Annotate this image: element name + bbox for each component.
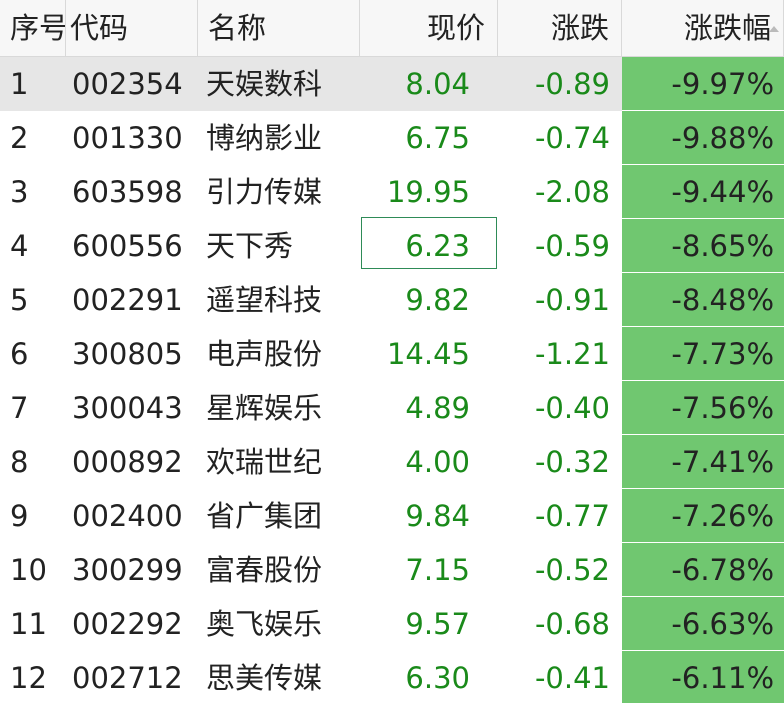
- cell-seq[interactable]: 11: [0, 597, 66, 651]
- column-header-pct-label: 涨跌幅: [683, 11, 771, 45]
- cell-change[interactable]: -0.32: [498, 435, 622, 489]
- cell-price[interactable]: 9.82: [360, 273, 498, 327]
- cell-name[interactable]: 富春股份: [198, 543, 360, 597]
- cell-name[interactable]: 思美传媒: [198, 651, 360, 703]
- cell-seq[interactable]: 5: [0, 273, 66, 327]
- cell-pct[interactable]: -7.41%: [622, 435, 784, 489]
- cell-name[interactable]: 奥飞娱乐: [198, 597, 360, 651]
- cell-price[interactable]: 6.23: [360, 219, 498, 273]
- cell-code[interactable]: 300299: [66, 543, 198, 597]
- table-row[interactable]: 6 300805 电声股份 14.45 -1.21 -7.73%: [0, 327, 784, 381]
- cell-change[interactable]: -1.21: [498, 327, 622, 381]
- cell-change[interactable]: -0.89: [498, 57, 622, 111]
- cell-seq[interactable]: 4: [0, 219, 66, 273]
- cell-pct[interactable]: -6.63%: [622, 597, 784, 651]
- cell-seq[interactable]: 10: [0, 543, 66, 597]
- cell-pct[interactable]: -6.11%: [622, 651, 784, 703]
- cell-name[interactable]: 欢瑞世纪: [198, 435, 360, 489]
- table-row[interactable]: 10 300299 富春股份 7.15 -0.52 -6.78%: [0, 543, 784, 597]
- table-row[interactable]: 9 002400 省广集团 9.84 -0.77 -7.26%: [0, 489, 784, 543]
- table-row[interactable]: 4 600556 天下秀 6.23 -0.59 -8.65%: [0, 219, 784, 273]
- cell-name[interactable]: 电声股份: [198, 327, 360, 381]
- cell-price[interactable]: 8.04: [360, 57, 498, 111]
- cell-seq[interactable]: 8: [0, 435, 66, 489]
- cell-code[interactable]: 002354: [66, 57, 198, 111]
- cell-pct[interactable]: -9.44%: [622, 165, 784, 219]
- column-header-code[interactable]: 代码: [66, 0, 198, 56]
- cell-code[interactable]: 000892: [66, 435, 198, 489]
- cell-price[interactable]: 14.45: [360, 327, 498, 381]
- cell-change[interactable]: -0.77: [498, 489, 622, 543]
- cell-price[interactable]: 4.89: [360, 381, 498, 435]
- cell-change[interactable]: -0.68: [498, 597, 622, 651]
- cell-seq[interactable]: 9: [0, 489, 66, 543]
- cell-seq[interactable]: 2: [0, 111, 66, 165]
- cell-pct[interactable]: -8.48%: [622, 273, 784, 327]
- table-row[interactable]: 8 000892 欢瑞世纪 4.00 -0.32 -7.41%: [0, 435, 784, 489]
- cell-pct[interactable]: -7.56%: [622, 381, 784, 435]
- cell-code[interactable]: 002712: [66, 651, 198, 703]
- cell-pct[interactable]: -7.73%: [622, 327, 784, 381]
- column-header-pct[interactable]: 涨跌幅: [622, 0, 784, 56]
- table-row[interactable]: 5 002291 遥望科技 9.82 -0.91 -8.48%: [0, 273, 784, 327]
- cell-code[interactable]: 600556: [66, 219, 198, 273]
- cell-change[interactable]: -0.74: [498, 111, 622, 165]
- table-header: 序号 代码 名称 现价 涨跌 涨跌幅: [0, 0, 784, 57]
- cell-price[interactable]: 6.30: [360, 651, 498, 703]
- cell-price[interactable]: 4.00: [360, 435, 498, 489]
- cell-name[interactable]: 天下秀: [198, 219, 360, 273]
- cell-seq[interactable]: 7: [0, 381, 66, 435]
- cell-code[interactable]: 300043: [66, 381, 198, 435]
- cell-seq[interactable]: 3: [0, 165, 66, 219]
- cell-code[interactable]: 001330: [66, 111, 198, 165]
- column-header-price[interactable]: 现价: [360, 0, 498, 56]
- cell-name[interactable]: 遥望科技: [198, 273, 360, 327]
- cell-pct[interactable]: -8.65%: [622, 219, 784, 273]
- cell-name[interactable]: 博纳影业: [198, 111, 360, 165]
- cell-name[interactable]: 天娱数科: [198, 57, 360, 111]
- cell-name[interactable]: 省广集团: [198, 489, 360, 543]
- table-body: 1 002354 天娱数科 8.04 -0.89 -9.97% 2 001330 博纳影业 6.7…: [0, 57, 784, 703]
- cell-change[interactable]: -0.91: [498, 273, 622, 327]
- cell-change[interactable]: -0.41: [498, 651, 622, 703]
- cell-name[interactable]: 星辉娱乐: [198, 381, 360, 435]
- table-row[interactable]: 3 603598 引力传媒 19.95 -2.08 -9.44%: [0, 165, 784, 219]
- column-header-seq[interactable]: 序号: [0, 0, 66, 56]
- cell-pct[interactable]: -9.97%: [622, 57, 784, 111]
- column-header-name[interactable]: 名称: [198, 0, 360, 56]
- stock-table: 序号 代码 名称 现价 涨跌 涨跌幅 1 002354 天娱数科 8.04 -0.89-…: [0, 0, 784, 703]
- cell-code[interactable]: 002292: [66, 597, 198, 651]
- cell-code[interactable]: 002400: [66, 489, 198, 543]
- cell-price[interactable]: 7.15: [360, 543, 498, 597]
- cell-price[interactable]: 9.57: [360, 597, 498, 651]
- sort-caret-icon[interactable]: [769, 26, 779, 32]
- cell-pct[interactable]: -7.26%: [622, 489, 784, 543]
- table-row[interactable]: 11 002292 奥飞娱乐 9.57 -0.68 -6.63%: [0, 597, 784, 651]
- cell-pct[interactable]: -9.88%: [622, 111, 784, 165]
- cell-change[interactable]: -0.52: [498, 543, 622, 597]
- cell-change[interactable]: -0.40: [498, 381, 622, 435]
- table-row[interactable]: 2 001330 博纳影业 6.75 -0.74 -9.88%: [0, 111, 784, 165]
- table-row[interactable]: 7 300043 星辉娱乐 4.89 -0.40 -7.56%: [0, 381, 784, 435]
- cell-pct[interactable]: -6.78%: [622, 543, 784, 597]
- cell-change[interactable]: -0.59: [498, 219, 622, 273]
- cell-code[interactable]: 002291: [66, 273, 198, 327]
- table-row[interactable]: 1 002354 天娱数科 8.04 -0.89 -9.97%: [0, 57, 784, 111]
- cell-price[interactable]: 6.75: [360, 111, 498, 165]
- cell-code[interactable]: 603598: [66, 165, 198, 219]
- cell-change[interactable]: -2.08: [498, 165, 622, 219]
- cell-seq[interactable]: 12: [0, 651, 66, 703]
- cell-price[interactable]: 19.95: [360, 165, 498, 219]
- cell-seq[interactable]: 1: [0, 57, 66, 111]
- cell-price[interactable]: 9.84: [360, 489, 498, 543]
- table-row[interactable]: 12 002712 思美传媒 6.30 -0.41 -6.11%: [0, 651, 784, 703]
- cell-seq[interactable]: 6: [0, 327, 66, 381]
- column-header-change[interactable]: 涨跌: [498, 0, 622, 56]
- cell-name[interactable]: 引力传媒: [198, 165, 360, 219]
- cell-code[interactable]: 300805: [66, 327, 198, 381]
